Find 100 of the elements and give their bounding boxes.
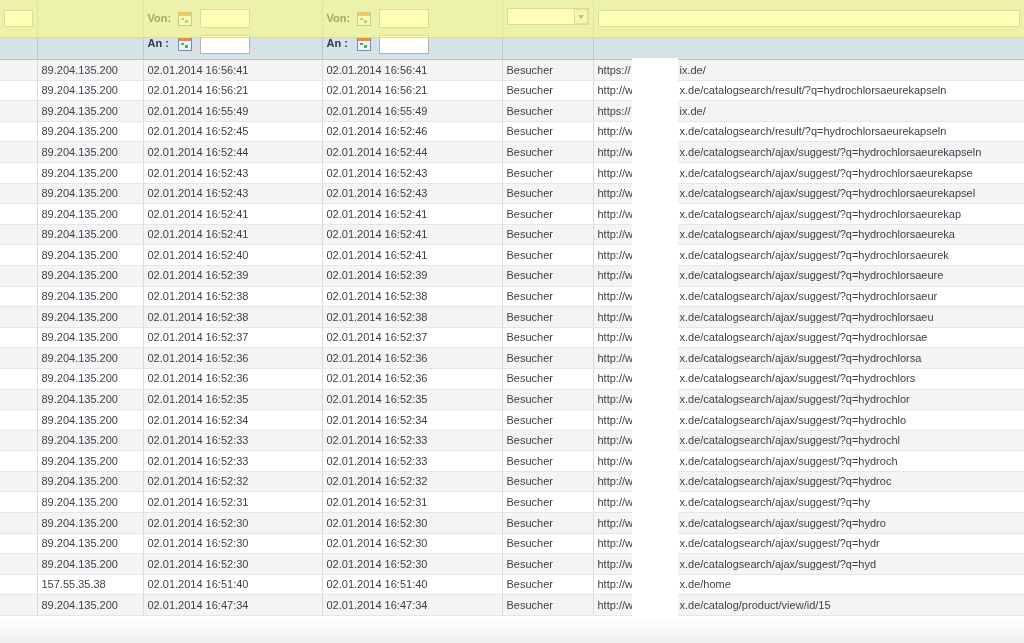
type-cell: Besucher — [506, 372, 553, 385]
url-text: x.de/home — [679, 578, 731, 591]
type-cell: Besucher — [506, 63, 553, 76]
calendar-icon[interactable] — [356, 11, 371, 26]
date-cell: 02.01.2014 16:52:43 — [147, 166, 249, 179]
url-text: x.de/catalogsearch/ajax/suggest/?q=hydrochlors — [679, 372, 916, 385]
ip-cell: 89.204.135.200 — [41, 207, 118, 220]
url-text: http://w — [597, 412, 634, 428]
date-cell: 02.01.2014 16:51:40 — [147, 578, 249, 591]
date-cell: 02.01.2014 16:56:21 — [326, 84, 428, 97]
date-cell: 02.01.2014 16:52:36 — [326, 372, 428, 385]
caret-icon[interactable] — [573, 9, 588, 24]
type-cell: Besucher — [506, 496, 553, 508]
date-cell: 02.01.2014 16:52:30 — [147, 537, 249, 550]
date-cell: 02.01.2014 16:52:38 — [147, 310, 249, 323]
url-text: https:// — [597, 103, 632, 119]
url-text: http://w — [597, 268, 634, 284]
type-select[interactable] — [506, 8, 589, 25]
date-cell: 02.01.2014 16:52:38 — [147, 290, 249, 303]
url-text: http://w — [597, 186, 634, 202]
url-text: http://w — [597, 309, 634, 325]
type-cell: Besucher — [506, 516, 553, 529]
ip-cell: 89.204.135.200 — [41, 228, 118, 241]
type-cell: Besucher — [506, 310, 553, 323]
calendar-icon[interactable] — [177, 11, 192, 26]
url-text: x.de/catalogsearch/ajax/suggest/?q=hydrochlorsaeu — [679, 310, 934, 323]
type-cell: Besucher — [506, 578, 553, 591]
ip-cell: 89.204.135.200 — [41, 475, 118, 488]
date-cell: 02.01.2014 16:52:44 — [326, 145, 428, 158]
ip-cell: 89.204.135.200 — [41, 166, 118, 179]
type-cell: Besucher — [506, 269, 553, 282]
type-cell: Besucher — [506, 454, 553, 467]
date-cell: 02.01.2014 16:47:34 — [147, 599, 249, 611]
date-cell: 02.01.2014 16:52:32 — [326, 475, 428, 488]
calendar-icon[interactable] — [356, 37, 371, 52]
date-cell: 02.01.2014 16:52:30 — [147, 557, 249, 570]
url-text: http://w — [597, 144, 634, 160]
url-text: x.de/catalogsearch/ajax/suggest/?q=hydrochlorsaeure — [679, 269, 944, 282]
url-text: x.de/catalogsearch/ajax/suggest/?q=hydrochlo — [679, 413, 907, 426]
ip-cell: 89.204.135.200 — [41, 63, 118, 76]
date-cell: 02.01.2014 16:52:43 — [147, 187, 249, 200]
filter-label: Von: — [326, 10, 352, 26]
date-cell: 02.01.2014 16:52:41 — [147, 207, 249, 220]
url-text: x.de/catalogsearch/ajax/suggest/?q=hydrochlorsaeurekap — [679, 207, 962, 220]
type-cell: Besucher — [506, 104, 553, 117]
ip-cell: 89.204.135.200 — [41, 290, 118, 303]
url-text: http://w — [597, 577, 634, 593]
url-text: http://w — [597, 247, 634, 263]
date-cell: 02.01.2014 16:55:49 — [326, 104, 428, 117]
date-cell: 02.01.2014 16:52:38 — [326, 290, 428, 303]
calendar-icon[interactable] — [177, 37, 192, 52]
date-input[interactable] — [199, 9, 250, 29]
date-cell: 02.01.2014 16:52:39 — [147, 269, 249, 282]
url-text: https:// — [597, 62, 632, 78]
date-input[interactable] — [378, 34, 429, 54]
ip-cell: 89.204.135.200 — [41, 599, 118, 611]
url-text: x.de/catalogsearch/ajax/suggest/?q=hydrochlor — [679, 393, 910, 406]
date-cell: 02.01.2014 16:52:41 — [326, 228, 428, 241]
date-cell: 02.01.2014 16:52:41 — [326, 207, 428, 220]
date-cell: 02.01.2014 16:52:30 — [326, 557, 428, 570]
date-cell: 02.01.2014 16:52:34 — [147, 413, 249, 426]
type-cell: Besucher — [506, 599, 553, 611]
url-text: http://w — [597, 392, 634, 408]
date-cell: 02.01.2014 16:56:21 — [147, 84, 249, 97]
type-cell: Besucher — [506, 187, 553, 200]
date-cell: 02.01.2014 16:52:41 — [147, 228, 249, 241]
url-text: http://w — [597, 556, 634, 572]
url-text: ix.de/ — [679, 104, 706, 117]
ip-cell: 89.204.135.200 — [41, 413, 118, 426]
ip-cell: 89.204.135.200 — [41, 434, 118, 447]
date-cell: 02.01.2014 16:55:49 — [147, 104, 249, 117]
url-text: http://w — [597, 474, 634, 490]
date-cell: 02.01.2014 16:52:33 — [326, 434, 428, 447]
type-cell: Besucher — [506, 228, 553, 241]
type-cell: Besucher — [506, 434, 553, 447]
date-cell: 02.01.2014 16:52:32 — [147, 475, 249, 488]
ip-cell: 89.204.135.200 — [41, 372, 118, 385]
type-cell: Besucher — [506, 537, 553, 550]
date-cell: 02.01.2014 16:52:36 — [147, 372, 249, 385]
type-cell: Besucher — [506, 248, 553, 261]
ip-cell: 89.204.135.200 — [41, 125, 118, 138]
url-text: x.de/catalogsearch/ajax/suggest/?q=hydrochlorsaeureka — [679, 228, 955, 241]
url-text: x.de/catalogsearch/ajax/suggest/?q=hydrochlorsa — [679, 351, 922, 364]
type-cell: Besucher — [506, 475, 553, 488]
url-text: x.de/catalogsearch/result/?q=hydrochlorsaeurekapseln — [679, 125, 947, 138]
date-cell: 02.01.2014 16:56:41 — [326, 63, 428, 76]
date-cell: 02.01.2014 16:52:38 — [326, 310, 428, 323]
url-text: x.de/catalogsearch/ajax/suggest/?q=hyd — [679, 557, 877, 570]
type-cell: Besucher — [506, 331, 553, 344]
ip-cell: 89.204.135.200 — [41, 331, 118, 344]
date-input[interactable] — [378, 9, 429, 29]
date-cell: 02.01.2014 16:47:34 — [326, 599, 428, 611]
ip-cell: 89.204.135.200 — [41, 393, 118, 406]
date-cell: 02.01.2014 16:56:41 — [147, 63, 249, 76]
ip-cell: 89.204.135.200 — [41, 269, 118, 282]
ip-cell: 89.204.135.200 — [41, 248, 118, 261]
date-cell: 02.01.2014 16:52:36 — [326, 351, 428, 364]
type-cell: Besucher — [506, 557, 553, 570]
date-input[interactable] — [199, 34, 250, 54]
url-text: x.de/catalogsearch/ajax/suggest/?q=hydrochlorsaeur — [679, 290, 938, 303]
